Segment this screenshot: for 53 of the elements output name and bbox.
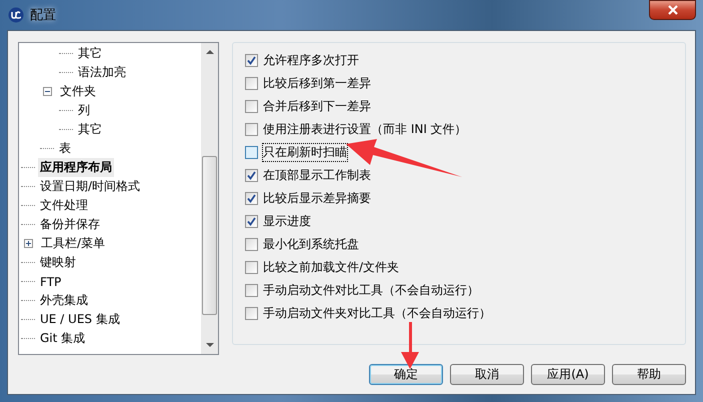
tree-item[interactable]: 文件夹 bbox=[58, 82, 98, 101]
checkbox[interactable] bbox=[245, 122, 258, 136]
annotation-arrow bbox=[400, 322, 420, 370]
tree-item[interactable]: 备份并保存 bbox=[38, 215, 102, 234]
checkbox[interactable] bbox=[245, 100, 258, 112]
tree-item[interactable]: 其它 bbox=[76, 120, 104, 139]
tree-item[interactable]: 语法加亮 bbox=[76, 63, 128, 82]
option-label[interactable]: 使用注册表进行设置（而非 INI 文件） bbox=[263, 120, 467, 138]
option-label[interactable]: 允许程序多次打开 bbox=[263, 52, 359, 68]
tree-item[interactable]: 列 bbox=[76, 101, 92, 120]
scroll-thumb[interactable] bbox=[202, 156, 217, 315]
tree-item[interactable]: 工具栏/菜单 bbox=[39, 234, 108, 253]
window-title: 配置 bbox=[30, 7, 56, 24]
tree-item[interactable]: 文件处理 bbox=[38, 196, 90, 215]
close-icon bbox=[666, 5, 678, 15]
app-logo-icon bbox=[8, 7, 24, 23]
expand-icon[interactable] bbox=[24, 239, 33, 248]
checkbox[interactable] bbox=[245, 284, 258, 296]
option-label[interactable]: 显示进度 bbox=[263, 212, 311, 230]
dialog-button[interactable]: 取消 bbox=[450, 364, 524, 385]
checkbox[interactable] bbox=[245, 168, 258, 182]
checkbox[interactable] bbox=[245, 54, 258, 66]
close-button[interactable] bbox=[649, 0, 696, 20]
checkbox[interactable] bbox=[245, 260, 258, 274]
option-label[interactable]: 比较后移到第一差异 bbox=[263, 74, 371, 92]
dialog-button[interactable]: 帮助 bbox=[612, 364, 686, 385]
tree-item[interactable]: 其它 bbox=[76, 44, 104, 63]
tree-item[interactable]: FTP bbox=[38, 274, 64, 290]
checkbox[interactable] bbox=[245, 306, 258, 320]
option-label[interactable]: 合并后移到下一差异 bbox=[263, 98, 371, 114]
checkbox[interactable] bbox=[245, 192, 258, 204]
tree-item[interactable]: 键映射 bbox=[38, 253, 78, 272]
option-label[interactable]: 最小化到系统托盘 bbox=[263, 236, 359, 252]
checkbox[interactable] bbox=[245, 238, 258, 250]
tree-item[interactable]: 应用程序布局 bbox=[38, 158, 114, 177]
option-label[interactable]: 比较之前加载文件/文件夹 bbox=[263, 258, 400, 276]
option-label[interactable]: 只在刷新时扫瞄 bbox=[263, 144, 347, 160]
checkbox[interactable] bbox=[245, 214, 258, 228]
option-label[interactable]: 在顶部显示工作制表 bbox=[263, 166, 371, 184]
checkbox[interactable] bbox=[245, 146, 258, 158]
dialog-button[interactable]: 应用(A) bbox=[531, 364, 605, 385]
option-label[interactable]: 比较后显示差异摘要 bbox=[263, 190, 371, 206]
option-label[interactable]: 手动启动文件对比工具（不会自动运行） bbox=[263, 282, 479, 298]
tree-item[interactable]: 设置日期/时间格式 bbox=[38, 177, 142, 196]
tree-item[interactable]: Git 集成 bbox=[38, 329, 88, 348]
option-label[interactable]: 手动启动文件夹对比工具（不会自动运行） bbox=[263, 304, 491, 322]
tree-item[interactable]: UE / UES 集成 bbox=[38, 310, 122, 329]
checkbox[interactable] bbox=[245, 76, 258, 90]
scrollbar[interactable] bbox=[201, 43, 218, 354]
dialog-button[interactable]: 确定 bbox=[369, 364, 443, 385]
tree-item[interactable]: 表 bbox=[57, 139, 73, 158]
collapse-icon[interactable] bbox=[43, 87, 52, 96]
tree-item[interactable]: 外壳集成 bbox=[38, 291, 90, 310]
